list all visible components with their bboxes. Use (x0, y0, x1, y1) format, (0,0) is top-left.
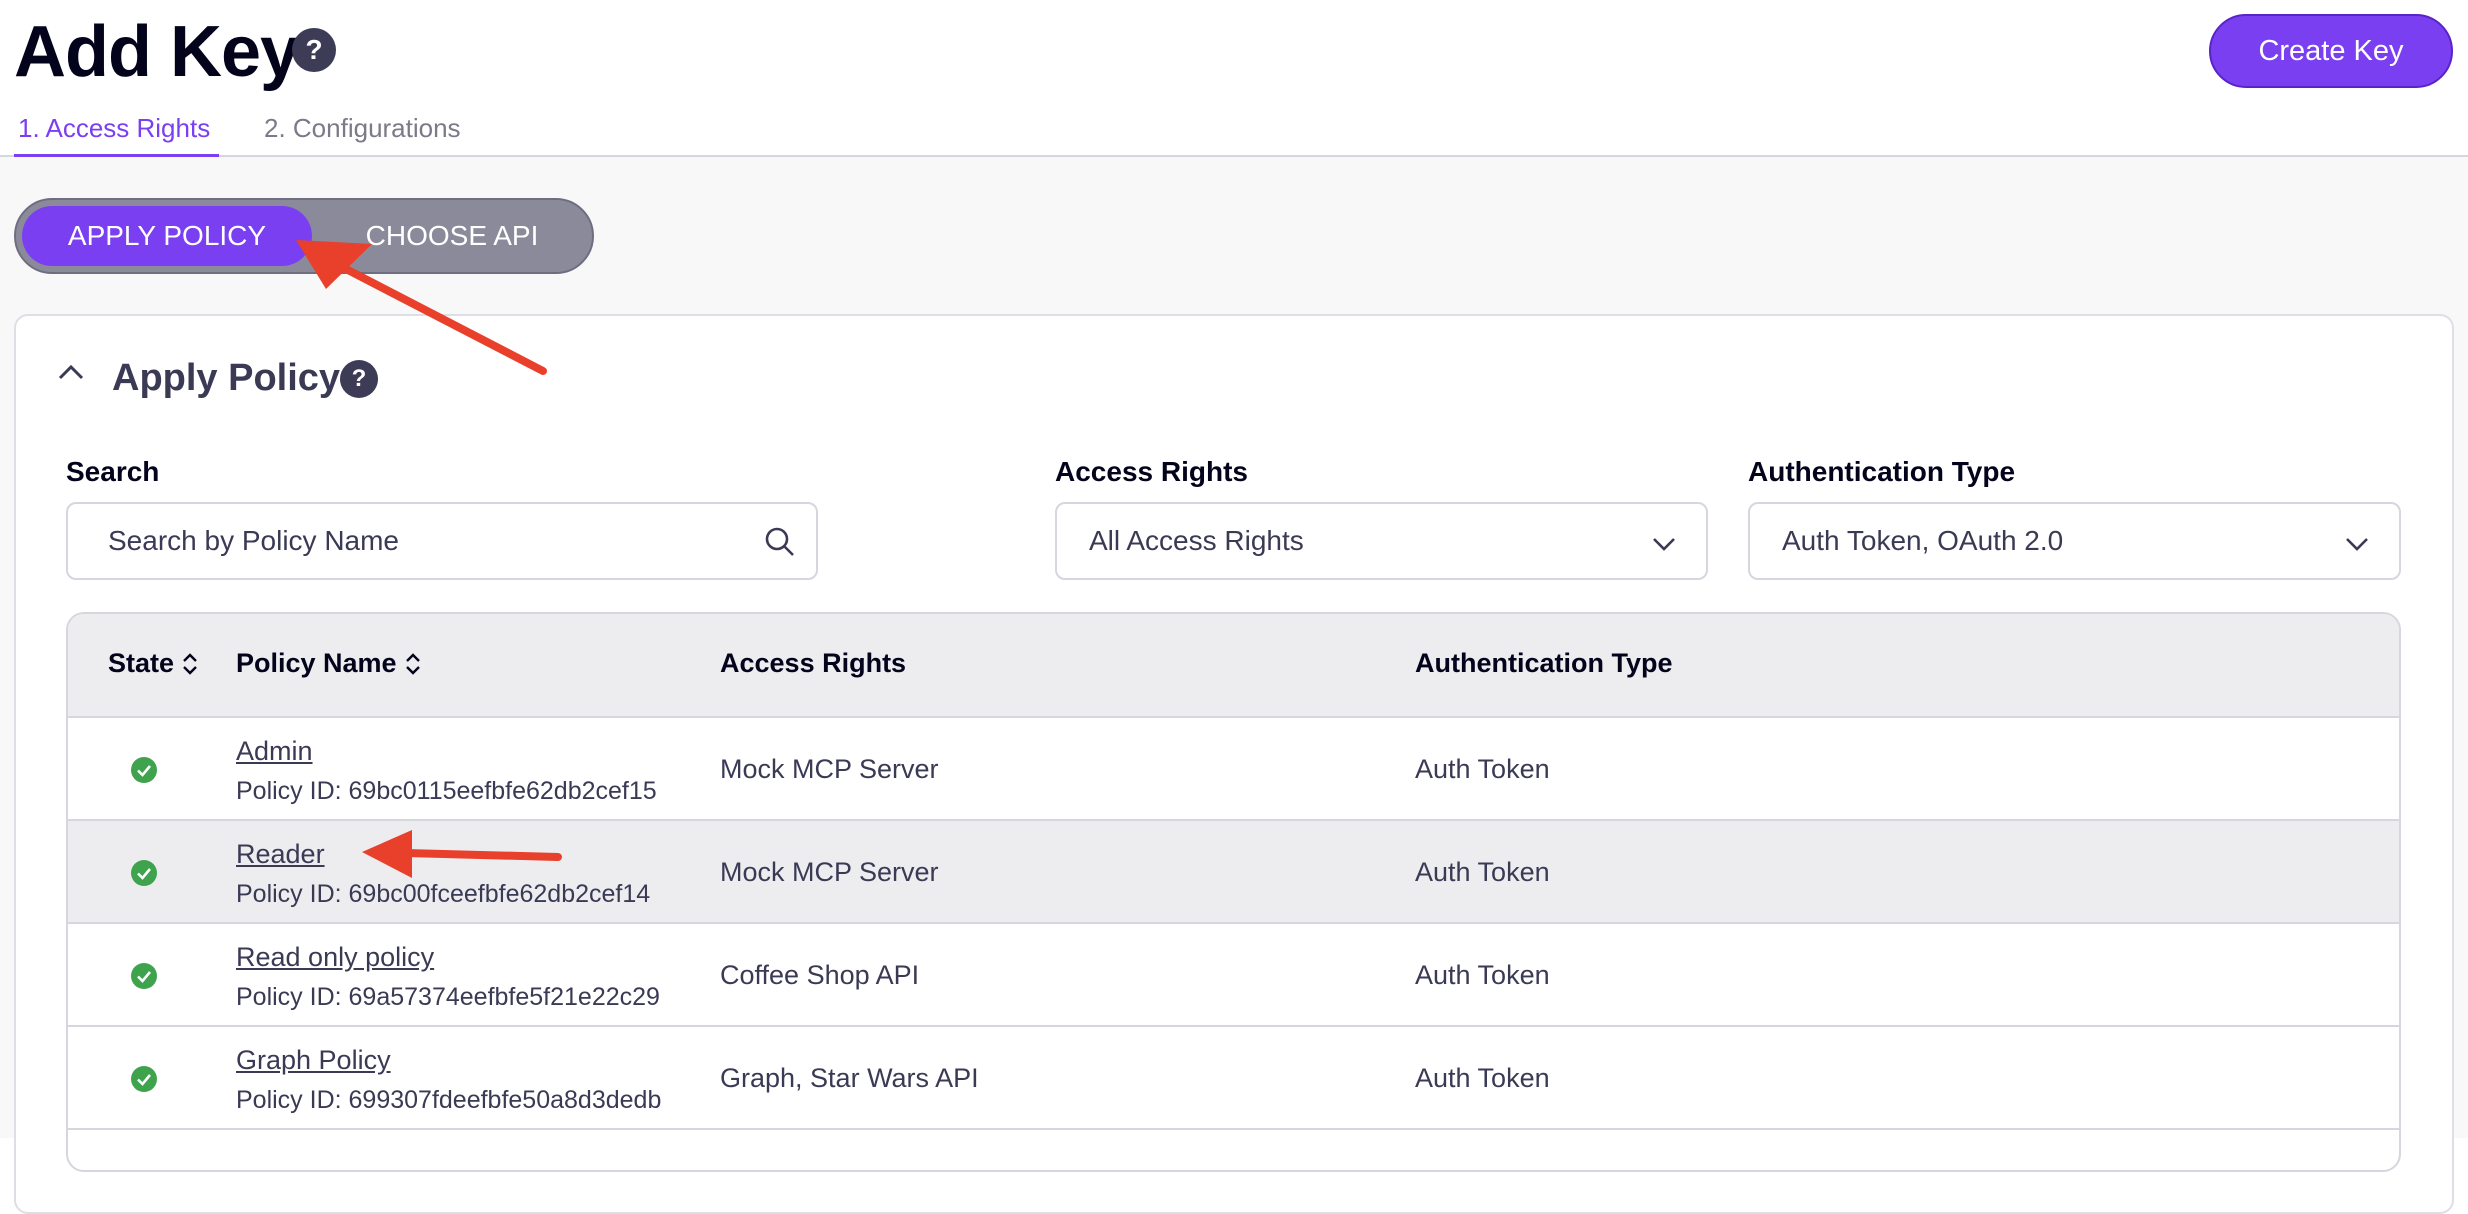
policy-id: Policy ID: 69bc0115eefbfe62db2cef15 (236, 777, 657, 805)
tab-configurations[interactable]: 2. Configurations (264, 110, 461, 146)
search-icon[interactable] (762, 524, 798, 560)
access-rights-select[interactable]: All Access Rights (1055, 502, 1708, 580)
table-row[interactable]: Reader Policy ID: 69bc00fceefbfe62db2cef… (68, 821, 2399, 924)
authentication-type-select[interactable]: Auth Token, OAuth 2.0 (1748, 502, 2401, 580)
policy-name-link[interactable]: Reader (236, 837, 325, 871)
sort-icon[interactable] (180, 650, 200, 678)
column-authentication-type: Authentication Type (1415, 648, 1673, 678)
search-label: Search (66, 456, 160, 487)
policy-name-link[interactable]: Admin (236, 734, 313, 768)
access-rights-cell: Mock MCP Server (720, 857, 939, 887)
sort-icon[interactable] (403, 650, 423, 678)
mode-toggle: APPLY POLICY CHOOSE API (14, 198, 594, 274)
authentication-type-cell: Auth Token (1415, 1063, 1550, 1093)
help-icon[interactable]: ? (292, 28, 336, 72)
authentication-type-cell: Auth Token (1415, 754, 1550, 784)
policy-id: Policy ID: 69bc00fceefbfe62db2cef14 (236, 880, 651, 908)
policy-name-link[interactable]: Graph Policy (236, 1043, 391, 1077)
page-title: Add Key (14, 12, 300, 92)
column-access-rights: Access Rights (720, 648, 907, 678)
access-rights-label: Access Rights (1055, 456, 1248, 487)
policy-id: Policy ID: 69a57374eefbfe5f21e22c29 (236, 983, 660, 1011)
help-icon[interactable]: ? (340, 360, 378, 398)
check-circle-icon (131, 860, 157, 886)
policy-id: Policy ID: 699307fdeefbfe50a8d3dedb (236, 1086, 662, 1114)
column-policy-name-label: Policy Name (236, 648, 397, 678)
table-header: State Policy Name Access Rights Authenti… (68, 614, 2399, 718)
table-row[interactable]: Admin Policy ID: 69bc0115eefbfe62db2cef1… (68, 718, 2399, 821)
authentication-type-cell: Auth Token (1415, 857, 1550, 887)
access-rights-cell: Coffee Shop API (720, 960, 920, 990)
search-input[interactable]: Search by Policy Name (66, 502, 818, 580)
tab-access-rights[interactable]: 1. Access Rights (18, 110, 210, 146)
table-row[interactable]: Graph Policy Policy ID: 699307fdeefbfe50… (68, 1027, 2399, 1130)
column-policy-name[interactable]: Policy Name (236, 648, 423, 679)
chevron-down-icon (1653, 538, 1675, 551)
apply-policy-toggle-button[interactable]: APPLY POLICY (22, 206, 312, 266)
access-rights-select-value: All Access Rights (1089, 525, 1304, 556)
check-circle-icon (131, 963, 157, 989)
check-circle-icon (131, 1066, 157, 1092)
page-header: Add Key ? Create Key 1. Access Rights 2.… (0, 0, 2468, 157)
column-state[interactable]: State (108, 648, 200, 679)
authentication-type-label: Authentication Type (1748, 456, 2016, 487)
authentication-type-select-value: Auth Token, OAuth 2.0 (1782, 525, 2064, 556)
create-key-button[interactable]: Create Key (2209, 14, 2453, 88)
chevron-up-icon[interactable] (54, 356, 88, 390)
policy-name-link[interactable]: Read only policy (236, 940, 434, 974)
choose-api-toggle-button[interactable]: CHOOSE API (316, 206, 588, 266)
panel-title: Apply Policy (112, 357, 341, 399)
authentication-type-cell: Auth Token (1415, 960, 1550, 990)
check-circle-icon (131, 757, 157, 783)
chevron-down-icon (2346, 538, 2368, 551)
search-placeholder: Search by Policy Name (108, 525, 400, 556)
access-rights-cell: Mock MCP Server (720, 754, 939, 784)
policy-table: State Policy Name Access Rights Authenti… (66, 612, 2401, 1172)
access-rights-cell: Graph, Star Wars API (720, 1063, 979, 1093)
table-row[interactable]: Read only policy Policy ID: 69a57374eefb… (68, 924, 2399, 1027)
column-state-label: State (108, 648, 175, 678)
